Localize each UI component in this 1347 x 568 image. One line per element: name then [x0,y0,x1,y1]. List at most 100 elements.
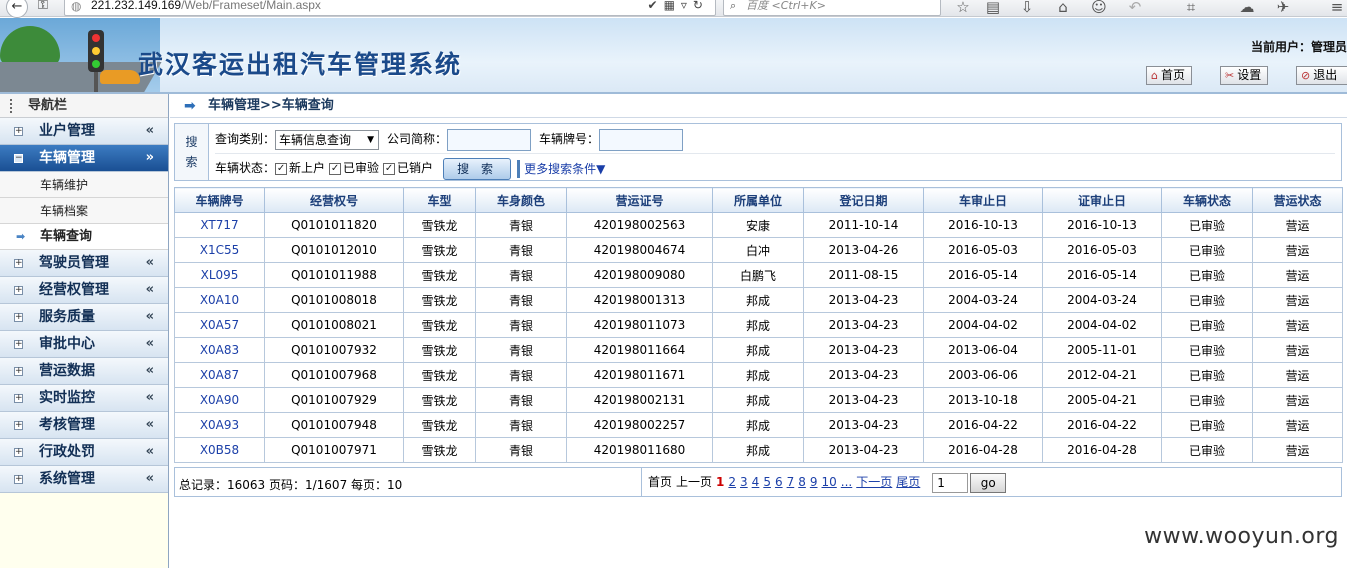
search-placeholder: 百度 <Ctrl+K> [746,0,826,12]
address-bar[interactable]: ◍ 221.232.149.169/Web/Frameset/Main.aspx… [64,0,716,16]
more-conditions-link[interactable]: 更多搜索条件▼ [517,159,605,178]
sidebar-item-owner[interactable]: + 业户管理 « [0,118,168,145]
table-cell: Q0101011988 [264,262,404,288]
table-cell: 安康 [712,212,804,238]
settings-button-label: 设置 [1237,68,1262,82]
table-row[interactable]: X0A83 Q0101007932 雪铁龙 青银 420198011664 邦成 2013-… [174,337,1343,363]
last-page-link[interactable]: 尾页 [896,475,920,489]
checkbox-new[interactable]: ✓ [275,162,288,175]
page-link[interactable]: 8 [798,475,806,489]
table-row[interactable]: X0A57 Q0101008021 雪铁龙 青银 420198011073 邦成 2013-… [174,312,1343,338]
table-row[interactable]: X1C55 Q0101012010 雪铁龙 青银 420198004674 白冲 2013-… [174,237,1343,263]
subitem-vehicle-archive[interactable]: 车辆档案 [0,198,168,224]
chevron-left-icon: « [145,363,154,378]
checkbox-verified[interactable]: ✓ [329,162,342,175]
search-button[interactable]: 搜 索 [443,157,512,180]
table-cell: 2003-06-06 [923,362,1043,388]
browser-search-input[interactable]: ⌕ 百度 <Ctrl+K> [723,0,941,16]
subitem-vehicle-maintain[interactable]: 车辆维护 [0,172,168,198]
sidebar-item-vehicle[interactable]: − 车辆管理 » [0,145,168,172]
table-cell: 青银 [475,212,567,238]
next-page-link[interactable]: 下一页 [856,475,892,489]
first-page[interactable]: 首页 [648,475,672,489]
query-type-select[interactable]: 车辆信息查询 ▼ [275,129,380,150]
plate-cell[interactable]: X1C55 [174,237,265,263]
plate-input[interactable] [599,128,684,151]
plate-cell[interactable]: XT717 [174,212,265,238]
chat-icon[interactable]: ☺ [1088,0,1110,16]
sidebar-item-operation-data[interactable]: + 营运数据 « [0,358,168,385]
table-cell: 2016-04-28 [923,437,1043,463]
sidebar-item-driver[interactable]: + 驾驶员管理 « [0,250,168,277]
prev-page[interactable]: 上一页 [676,475,712,489]
table-cell: 已审验 [1161,437,1253,463]
home-button[interactable]: ⌂ 首页 [1146,66,1192,85]
plate-cell[interactable]: X0A93 [174,412,265,438]
table-row[interactable]: XT717 Q0101011820 雪铁龙 青银 420198002563 安康 2011-… [174,212,1343,238]
table-row[interactable]: X0A93 Q0101007948 雪铁龙 青银 420198002257 邦成 2013-… [174,412,1343,438]
plate-cell[interactable]: XL095 [174,262,265,288]
plate-cell[interactable]: X0A87 [174,362,265,388]
extension-icon[interactable]: ✈ [1272,0,1294,16]
crop-icon[interactable]: ⌗ [1180,0,1202,16]
table-cell: 420198001313 [566,287,713,313]
expand-icon: + [14,420,23,430]
table-row[interactable]: XL095 Q0101011988 雪铁龙 青银 420198009080 白鹏飞 2011… [174,262,1343,288]
plate-cell[interactable]: X0A90 [174,387,265,413]
table-row[interactable]: X0A10 Q0101008018 雪铁龙 青银 420198001313 邦成 2013-… [174,287,1343,313]
sidebar-item-system[interactable]: + 系统管理 « [0,466,168,493]
sidebar-item-penalty[interactable]: + 行政处罚 « [0,439,168,466]
page-link[interactable]: 9 [810,475,818,489]
header-banner: 武汉客运出租汽车管理系统 当前用户：管理员 ⌂ 首页 ✂ 设置 ⊘ 退出 [0,18,1347,94]
page-input[interactable]: 1 [932,472,969,493]
logout-button[interactable]: ⊘ 退出 [1296,66,1347,85]
go-button[interactable]: go [970,472,1007,493]
tools-icon: ✂ [1225,69,1235,82]
comment-icon[interactable]: ☁ [1236,0,1258,16]
checkbox-cancelled[interactable]: ✓ [383,162,396,175]
page-link[interactable]: 10 [822,475,837,489]
page-link[interactable]: 6 [775,475,783,489]
company-input[interactable] [447,128,532,151]
plate-cell[interactable]: X0B58 [174,437,265,463]
table-row[interactable]: X0A90 Q0101007929 雪铁龙 青银 420198002131 邦成 2013-… [174,387,1343,413]
table-cell: 已审验 [1161,412,1253,438]
star-icon[interactable]: ☆ [952,0,974,16]
address-tools-icon[interactable]: ✔▦▿↻ [648,0,709,13]
column-header: 营运状态 [1252,187,1343,213]
sidebar-item-service[interactable]: + 服务质量 « [0,304,168,331]
sidebar-item-approval[interactable]: + 审批中心 « [0,331,168,358]
table-row[interactable]: X0A87 Q0101007968 雪铁龙 青银 420198011671 邦成 2013-… [174,362,1343,388]
home-button-label: 首页 [1160,68,1185,82]
page-link[interactable]: 4 [752,475,760,489]
chevron-left-icon: « [145,123,154,138]
list-icon[interactable]: ▤ [982,0,1004,16]
plate-cell[interactable]: X0A57 [174,312,265,338]
menu-icon[interactable]: ≡ [1326,0,1347,16]
back-icon[interactable]: ← [6,0,28,18]
sidebar-item-assessment[interactable]: + 考核管理 « [0,412,168,439]
table-cell: 2004-03-24 [923,287,1043,313]
table-row[interactable]: X0B58 Q0101007971 雪铁龙 青银 420198011680 邦成 2013-… [174,437,1343,463]
plate-cell[interactable]: X0A10 [174,287,265,313]
undo-icon[interactable]: ↶ [1124,0,1146,16]
sidebar-header-label: 导航栏 [28,98,68,113]
collapse-icon: − [14,153,23,163]
sidebar-item-monitor[interactable]: + 实时监控 « [0,385,168,412]
sidebar-item-label: 审批中心 [39,336,95,352]
download-icon[interactable]: ⇩ [1016,0,1038,16]
settings-button[interactable]: ✂ 设置 [1220,66,1269,85]
home-icon[interactable]: ⌂ [1052,0,1074,16]
page-link[interactable]: 3 [740,475,748,489]
sidebar-item-label: 行政处罚 [39,444,95,460]
more-pages-link[interactable]: ... [841,475,852,489]
subitem-vehicle-query[interactable]: ➡ 车辆查询 [0,224,168,250]
table-cell: 营运 [1252,362,1343,388]
page-link[interactable]: 7 [787,475,795,489]
page-link[interactable]: 5 [763,475,771,489]
sidebar-item-label: 车辆管理 [39,150,95,166]
plate-cell[interactable]: X0A83 [174,337,265,363]
sidebar-item-license[interactable]: + 经营权管理 « [0,277,168,304]
table-cell: 2013-04-23 [803,412,924,438]
page-link[interactable]: 2 [728,475,736,489]
